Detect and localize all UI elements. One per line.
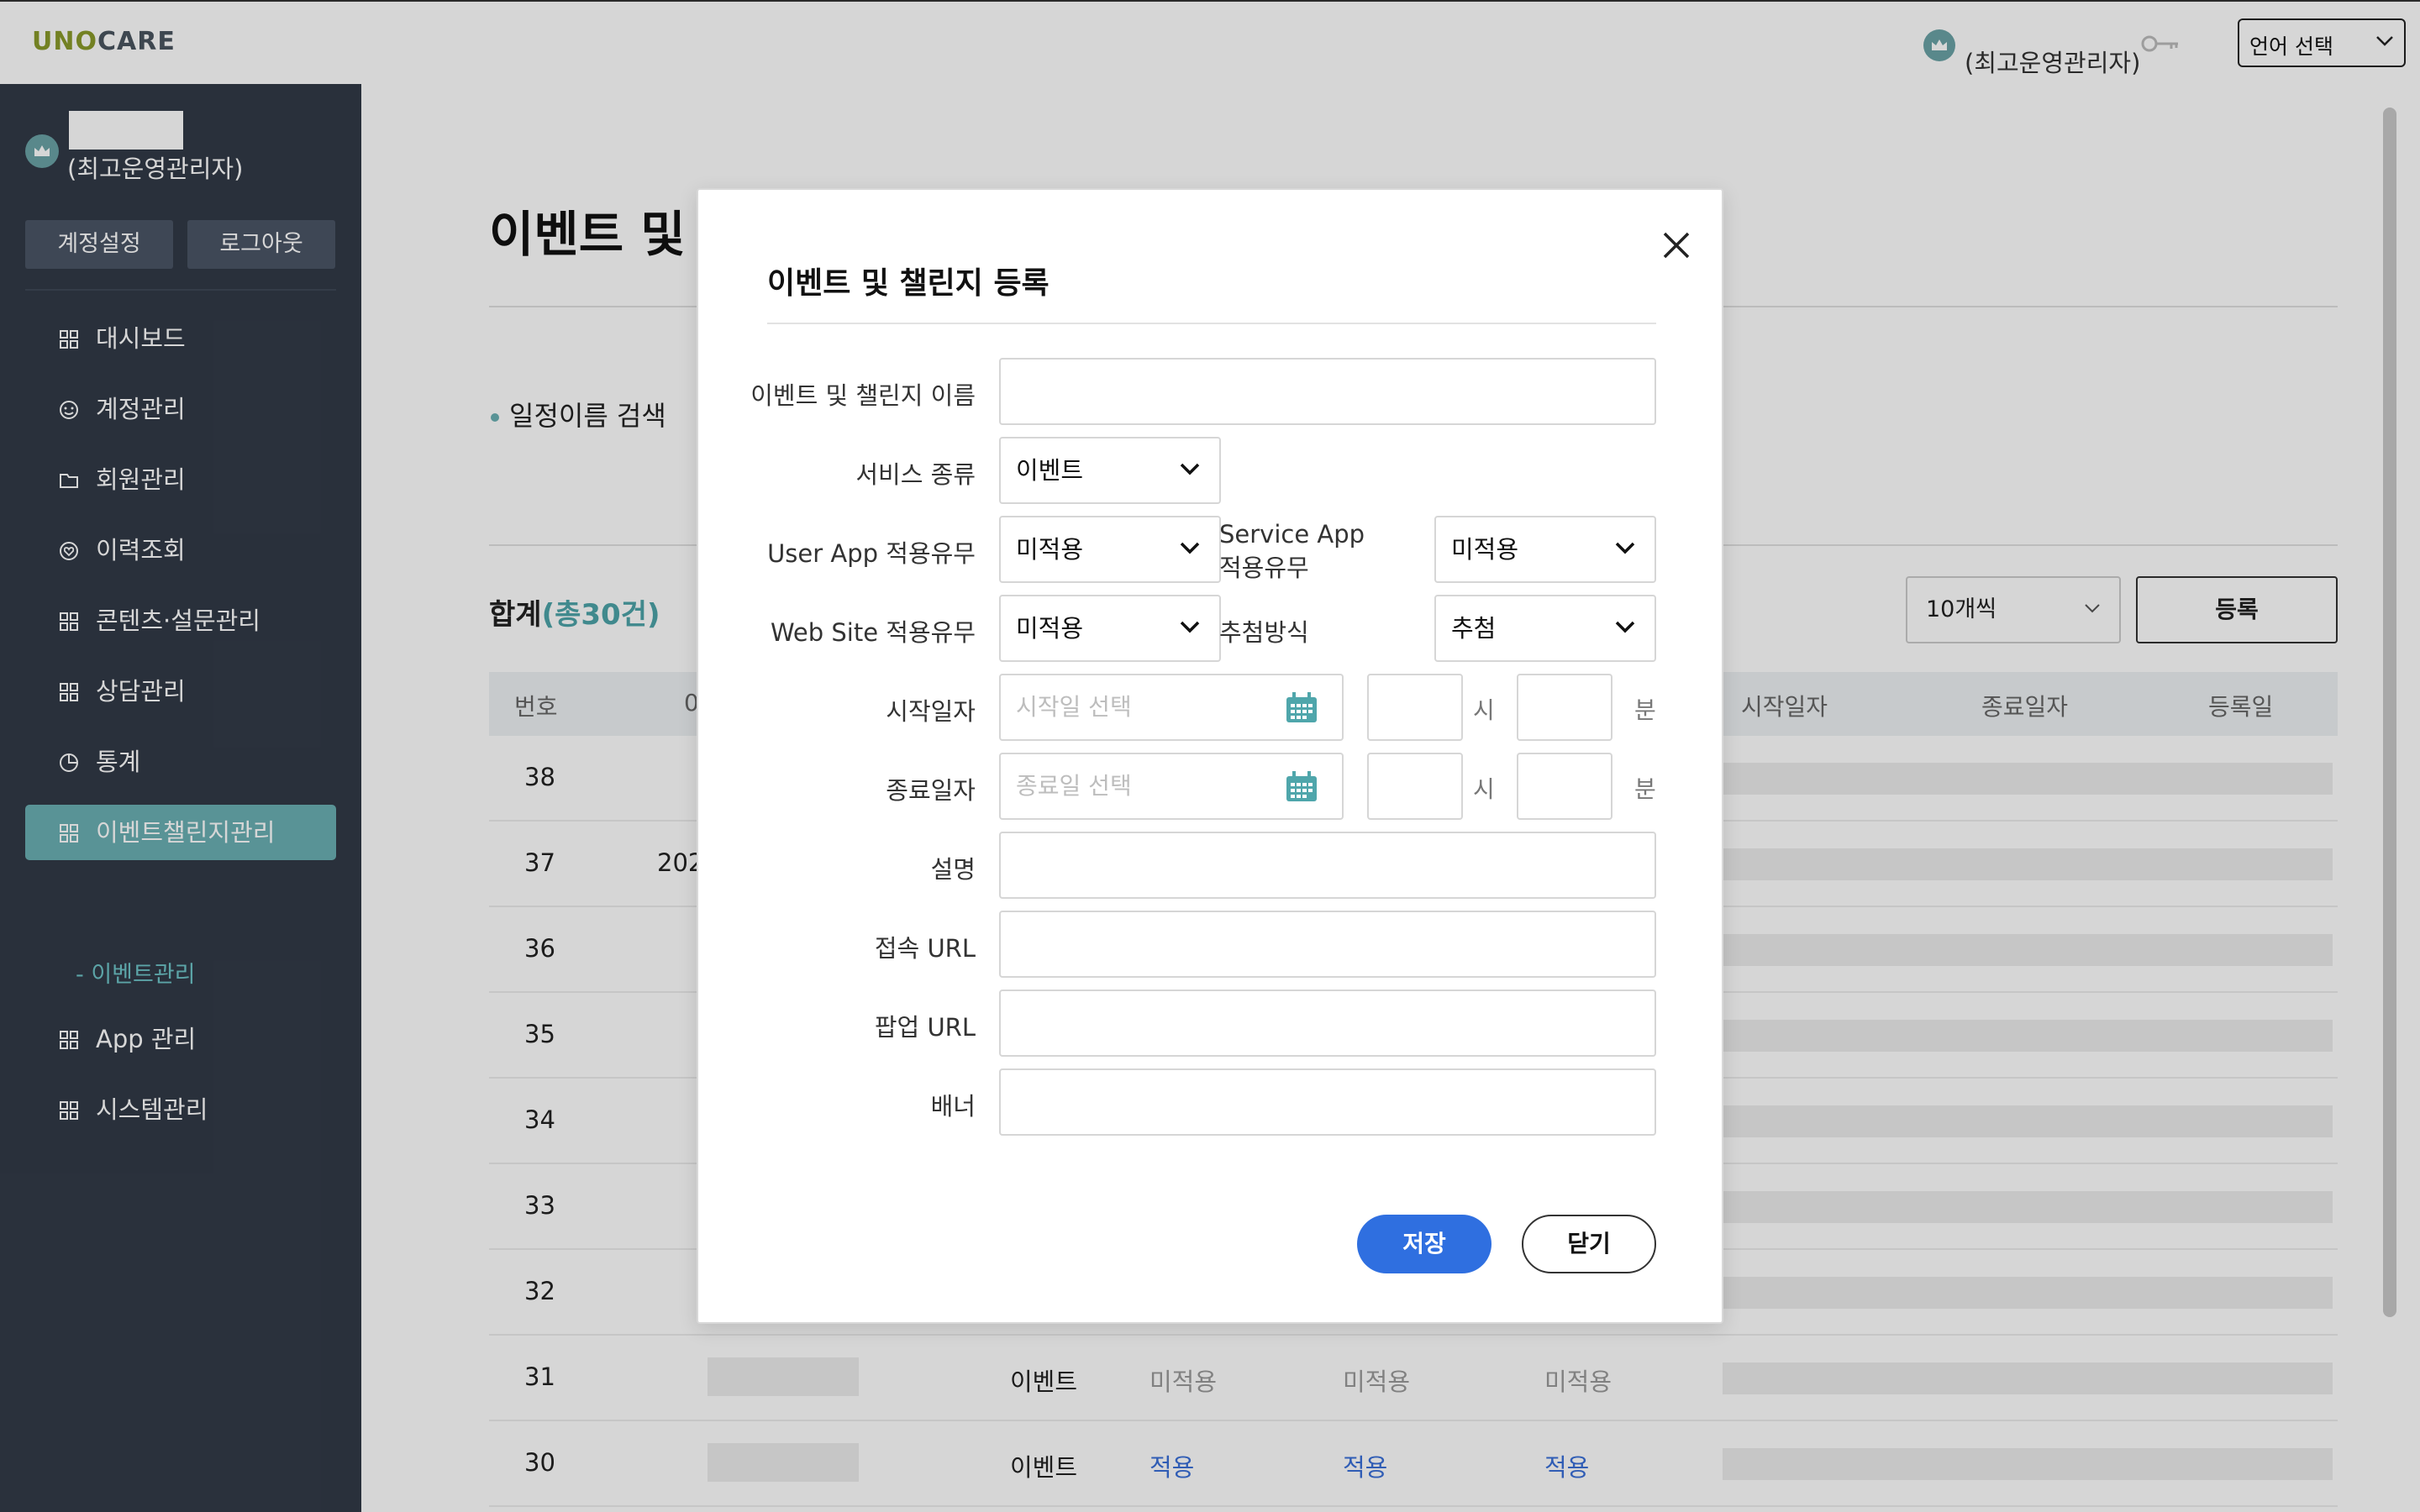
end-minute-input[interactable] [1517,753,1612,820]
service-app-label: Service App 적용유무 [1219,520,1365,582]
calendar-icon[interactable] [1285,771,1318,803]
end-hour-input[interactable] [1367,753,1463,820]
chevron-down-icon [1180,621,1200,633]
chevron-down-icon [1180,463,1200,475]
service-app-select[interactable]: 미적용 [1434,516,1656,583]
popup-url-input[interactable] [999,990,1656,1057]
minute-unit-label: 분 [1634,775,1656,803]
web-site-select[interactable]: 미적용 [999,595,1221,662]
draw-method-label: 추첨방식 [1219,618,1309,647]
minute-unit-label: 분 [1634,696,1656,724]
hour-unit-label: 시 [1473,775,1495,803]
start-date-label: 시작일자 [886,697,976,726]
event-register-modal: 이벤트 및 챌린지 등록 이벤트 및 챌린지 이름 서비스 종류 이벤트 Use… [697,188,1723,1324]
draw-method-select[interactable]: 추첨 [1434,595,1656,662]
calendar-icon[interactable] [1285,692,1318,724]
close-button[interactable]: 닫기 [1522,1215,1656,1273]
user-app-label: User App 적용유무 [767,539,976,568]
end-date-label: 종료일자 [886,776,976,805]
popup-url-label: 팝업 URL [874,1013,976,1042]
start-date-picker[interactable]: 시작일 선택 [999,674,1344,741]
service-type-select[interactable]: 이벤트 [999,437,1221,504]
chevron-down-icon [1180,542,1200,554]
modal-title: 이벤트 및 챌린지 등록 [767,266,1050,301]
end-date-picker[interactable]: 종료일 선택 [999,753,1344,820]
user-app-select[interactable]: 미적용 [999,516,1221,583]
description-input[interactable] [999,832,1656,899]
start-minute-input[interactable] [1517,674,1612,741]
chevron-down-icon [1615,621,1635,633]
web-site-label: Web Site 적용유무 [770,618,976,647]
event-name-input[interactable] [999,358,1656,425]
banner-label: 배너 [930,1092,976,1121]
modal-divider [767,323,1656,324]
service-type-label: 서비스 종류 [855,460,976,489]
save-button[interactable]: 저장 [1357,1215,1491,1273]
start-hour-input[interactable] [1367,674,1463,741]
event-name-label: 이벤트 및 챌린지 이름 [750,381,976,410]
hour-unit-label: 시 [1473,696,1495,724]
banner-input[interactable] [999,1068,1656,1136]
close-icon[interactable] [1658,227,1695,264]
access-url-input[interactable] [999,911,1656,978]
chevron-down-icon [1615,542,1635,554]
description-label: 설명 [930,855,976,884]
access-url-label: 접속 URL [874,934,976,963]
